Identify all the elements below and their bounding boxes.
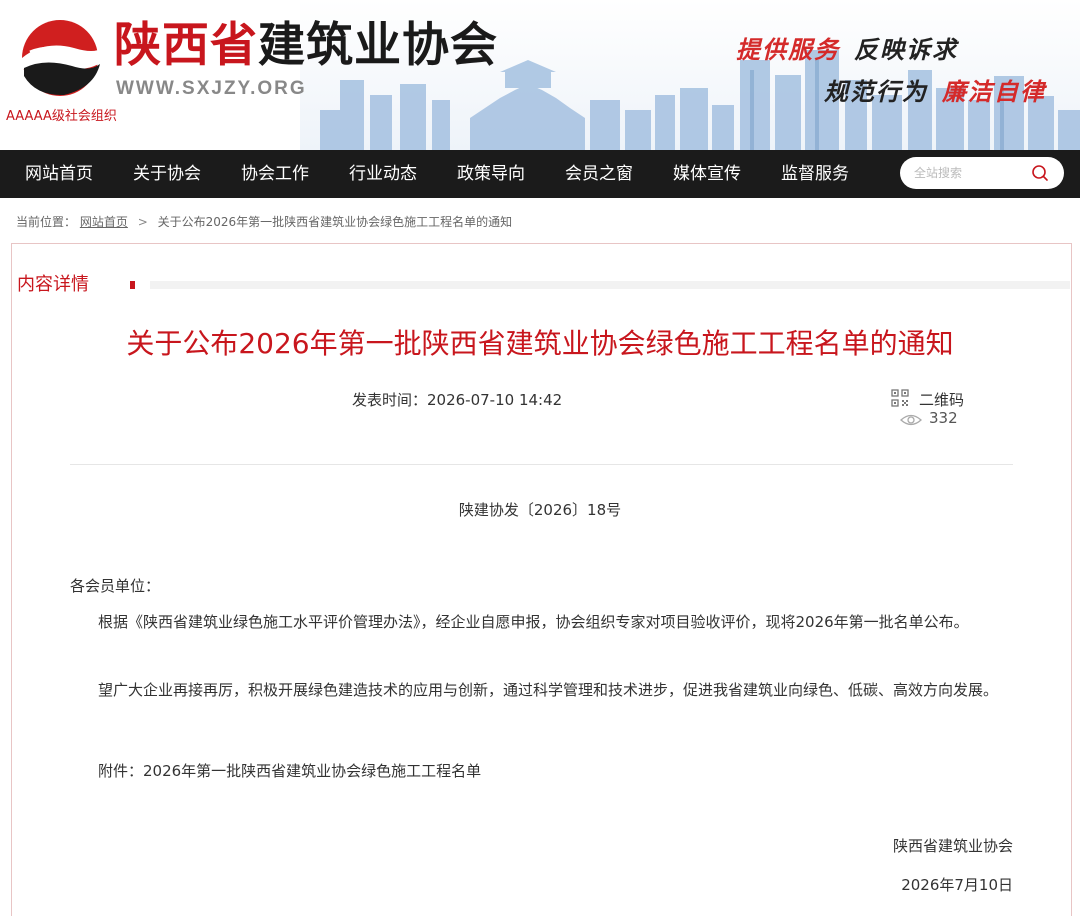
site-url: WWW.SXJZY.ORG [116, 78, 307, 99]
document-number: 陕建协发〔2026〕18号 [458, 501, 622, 519]
site-name: 陕西省建筑业协会 [114, 18, 498, 73]
view-count: 332 [929, 409, 958, 427]
breadcrumb-separator: > [137, 215, 148, 229]
breadcrumb-current: 关于公布2026年第一批陕西省建筑业协会绿色施工工程名单的通知 [157, 215, 513, 229]
slogan-reflect-demands: 反映诉求 [854, 35, 958, 64]
body-paragraph: 望广大企业再接再厉，积极开展绿色建造技术的应用与创新，通过科学管理和技术进步，促… [98, 681, 999, 699]
attachment-line: 附件：2026年第一批陕西省建筑业协会绿色施工工程名单 [98, 762, 482, 780]
breadcrumb: 当前位置： 网站首页 > 关于公布2026年第一批陕西省建筑业协会绿色施工工程名… [16, 213, 512, 230]
breadcrumb-prefix: 当前位置： [16, 215, 77, 229]
nav-item-supervision[interactable]: 监督服务 [781, 150, 849, 198]
body-paragraph: 根据《陕西省建筑业绿色施工水平评价管理办法》，经企业自愿申报，协会组织专家对项目… [98, 613, 969, 631]
nav-item-association-work[interactable]: 协会工作 [241, 150, 309, 198]
section-divider-bar [150, 281, 1070, 289]
publish-time: 发表时间：2026-07-10 14:42 [352, 391, 563, 409]
title-divider [70, 464, 1013, 465]
eye-icon [900, 414, 922, 426]
slogan-provide-service: 提供服务 [736, 35, 840, 64]
nav-item-industry-news[interactable]: 行业动态 [349, 150, 417, 198]
search-icon[interactable] [1030, 163, 1050, 183]
qr-code-icon[interactable] [891, 389, 909, 407]
search-input[interactable] [914, 164, 1024, 182]
slogan-integrity: 廉洁自律 [942, 77, 1046, 106]
signature-organization: 陕西省建筑业协会 [892, 837, 1013, 855]
association-logo [22, 20, 102, 96]
section-marker [130, 281, 135, 289]
section-title: 内容详情 [17, 274, 89, 295]
breadcrumb-home-link[interactable]: 网站首页 [80, 213, 128, 230]
nav-item-about[interactable]: 关于协会 [133, 150, 201, 198]
signature-date: 2026年7月10日 [901, 876, 1013, 894]
qr-code-label[interactable]: 二维码 [919, 389, 964, 410]
salutation: 各会员单位： [70, 577, 161, 595]
search-box [900, 157, 1064, 189]
nav-item-policy[interactable]: 政策导向 [457, 150, 525, 198]
nav-item-members[interactable]: 会员之窗 [565, 150, 633, 198]
nav-item-home[interactable]: 网站首页 [25, 150, 93, 198]
header-banner: 陕西省建筑业协会 WWW.SXJZY.ORG AAAAA级社会组织 提供服务 反… [0, 0, 1080, 150]
article-title: 关于公布2026年第一批陕西省建筑业协会绿色施工工程名单的通知 [126, 327, 954, 360]
slogan-standardize-conduct: 规范行为 [824, 77, 928, 106]
org-level-label: AAAAA级社会组织 [6, 109, 117, 124]
nav-item-media[interactable]: 媒体宣传 [673, 150, 741, 198]
